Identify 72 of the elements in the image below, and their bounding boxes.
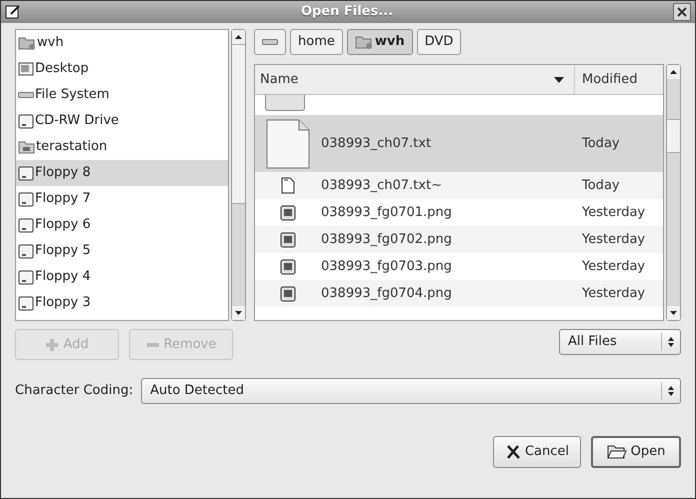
place-item[interactable]: File System — [16, 82, 228, 108]
place-item[interactable]: Desktop — [16, 56, 228, 82]
minus-icon — [146, 342, 160, 348]
scrollbar[interactable] — [666, 64, 681, 321]
scroll-thumb[interactable] — [232, 44, 245, 204]
place-item[interactable]: wvh — [16, 30, 228, 56]
sort-down-icon — [554, 76, 564, 82]
place-item[interactable]: Floppy 6 — [16, 212, 228, 238]
modified-date: Yesterday — [581, 230, 646, 249]
place-item[interactable]: Floppy 5 — [16, 238, 228, 264]
plus-icon — [45, 338, 60, 352]
path-button[interactable]: home — [290, 29, 343, 55]
drive-icon — [262, 38, 278, 46]
image-file-icon — [280, 258, 296, 274]
drive-icon — [18, 114, 34, 128]
folder-icon — [354, 35, 373, 49]
drive-icon — [18, 270, 34, 284]
image-file-icon — [280, 232, 296, 248]
file-row[interactable]: 038993_fg0704.png Yesterday — [255, 280, 663, 307]
place-item[interactable]: terastation — [16, 134, 228, 160]
notepad-icon — [5, 4, 21, 20]
modified-date: Yesterday — [581, 284, 646, 303]
folder-icon — [606, 444, 627, 460]
folder-icon — [18, 36, 36, 50]
place-item[interactable]: Floppy 4 — [16, 264, 228, 290]
encoding-dropdown[interactable]: Auto Detected — [141, 378, 681, 404]
drive-icon — [18, 166, 34, 180]
place-item[interactable]: CD-RW Drive — [16, 108, 228, 134]
place-item[interactable]: Floppy 8 — [16, 160, 228, 186]
path-button[interactable]: wvh — [346, 29, 413, 55]
place-item[interactable]: Floppy 7 — [16, 186, 228, 212]
drive-icon — [18, 91, 34, 99]
modified-date: Today — [581, 134, 621, 153]
column-header[interactable]: Name — [255, 65, 575, 94]
open-button[interactable]: Open — [591, 436, 681, 468]
drive-icon — [18, 218, 34, 232]
encoding-label: Character Coding: — [15, 382, 134, 400]
file-name: 038993_fg0701.png — [321, 204, 453, 222]
file-name: 038993_ch07.txt — [321, 134, 432, 153]
cross-icon — [504, 444, 521, 460]
path-button[interactable] — [254, 29, 286, 55]
stepper-arrows-icon — [667, 385, 675, 397]
stepper-arrows-icon — [667, 336, 675, 348]
document-icon — [266, 118, 310, 168]
modified-date: Yesterday — [581, 258, 646, 276]
close-button[interactable] — [673, 3, 691, 21]
drive-icon — [18, 192, 34, 206]
file-row[interactable]: 038993_fg0702.png Yesterday — [255, 226, 663, 253]
file-filter-dropdown[interactable]: All Files — [559, 329, 681, 355]
window-title: Open Files... — [300, 3, 394, 22]
file-name: 038993_fg0703.png — [321, 258, 453, 276]
file-row[interactable]: 038993_ch07.txt~ Today — [255, 172, 663, 199]
column-header[interactable]: Modified — [575, 65, 663, 94]
drive-icon — [18, 296, 34, 310]
modified-date: Today — [581, 176, 621, 195]
path-button[interactable]: DVD — [416, 29, 462, 55]
close-icon — [677, 7, 687, 17]
file-name: 038993_fg0702.png — [321, 230, 453, 249]
network-folder-icon — [18, 140, 35, 154]
modified-date: Yesterday — [581, 204, 646, 222]
desktop-icon — [18, 62, 34, 76]
scrollbar[interactable] — [231, 29, 246, 321]
cancel-button[interactable]: Cancel — [493, 436, 581, 468]
document-icon — [281, 177, 295, 194]
image-file-icon — [280, 286, 296, 302]
file-row[interactable]: 038993_ch07.txt Today — [255, 115, 663, 172]
drive-icon — [18, 244, 34, 258]
place-item[interactable]: Floppy 3 — [16, 290, 228, 316]
image-file-icon — [280, 204, 296, 220]
file-name: 038993_fg0704.png — [321, 284, 453, 303]
file-name: 038993_ch07.txt~ — [321, 176, 443, 195]
scroll-thumb[interactable] — [667, 119, 680, 153]
